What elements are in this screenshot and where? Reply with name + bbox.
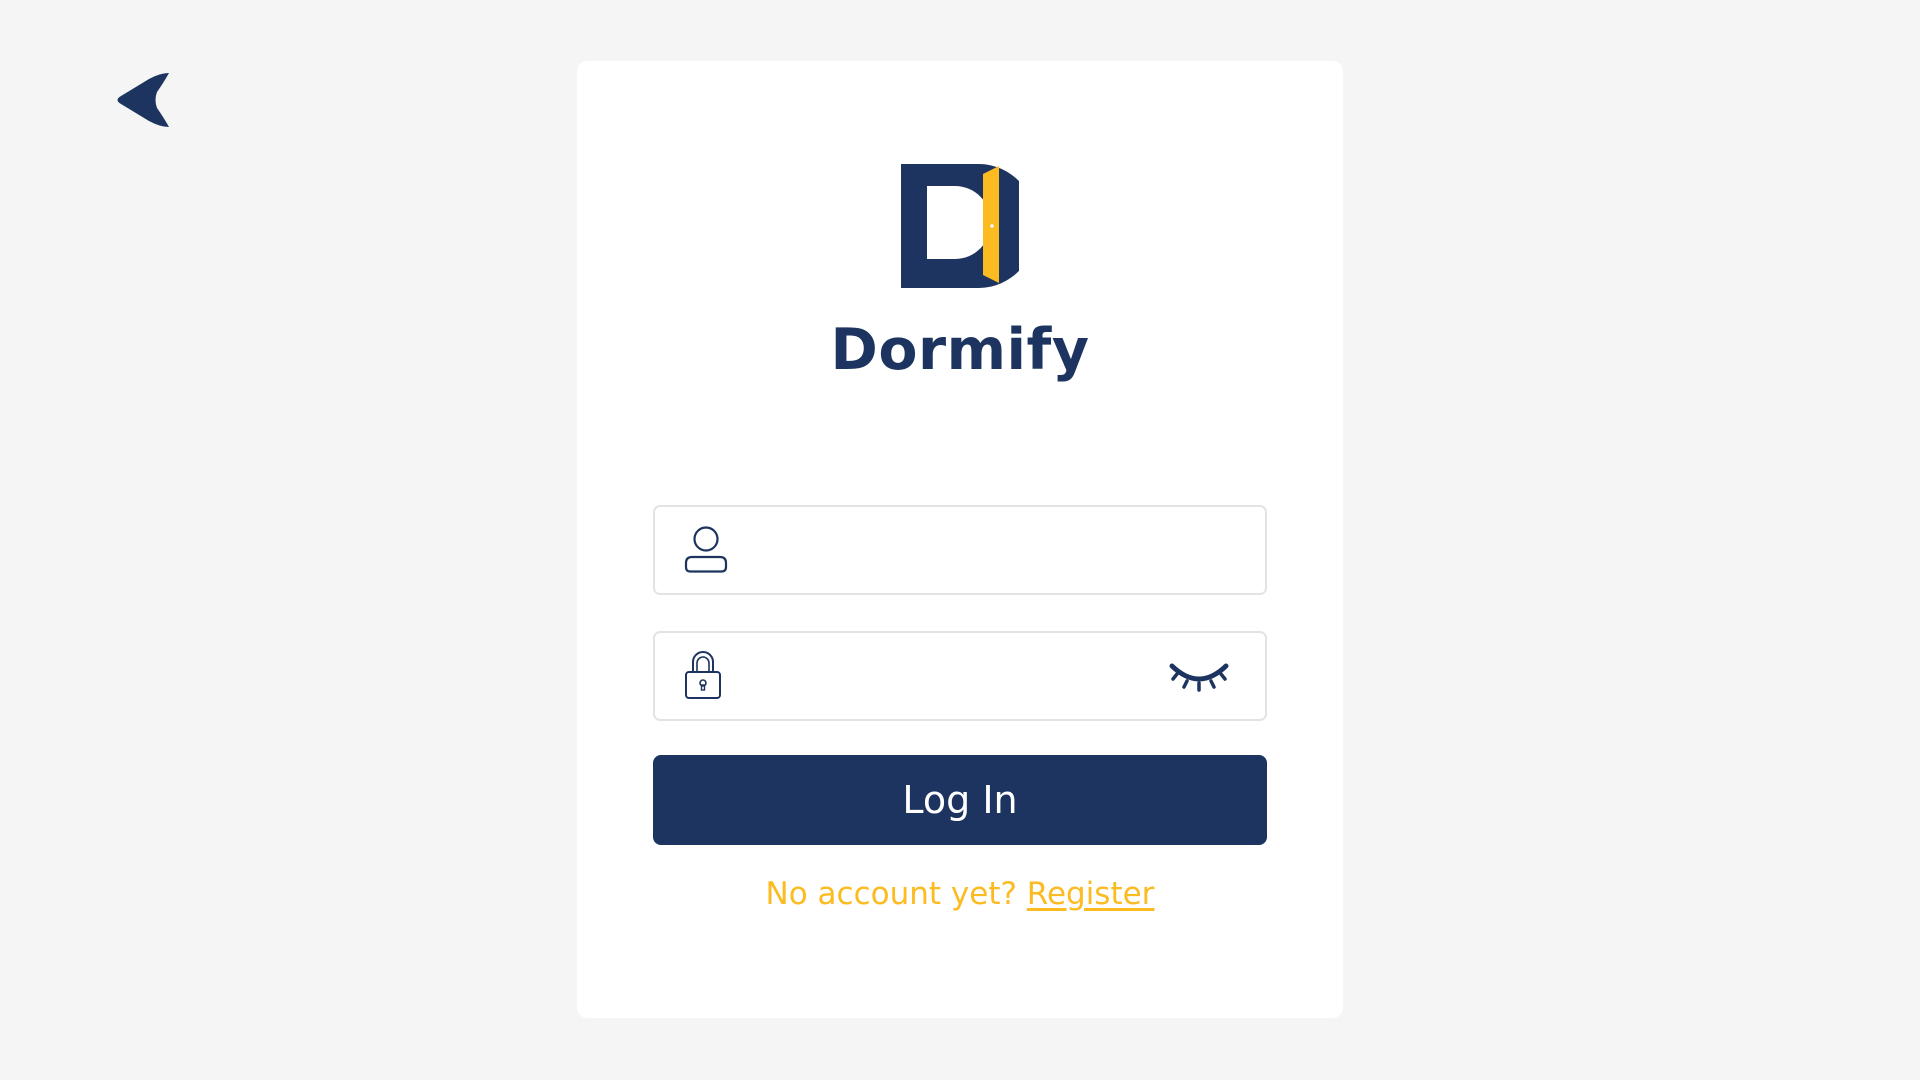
- app-title: Dormify: [830, 317, 1090, 383]
- door-logo-icon: [901, 164, 1019, 288]
- register-prompt-text: No account yet?: [765, 876, 1017, 912]
- password-input[interactable]: [749, 633, 1149, 719]
- password-field[interactable]: [653, 631, 1267, 721]
- eye-closed-icon: [1169, 663, 1229, 692]
- username-input[interactable]: [749, 507, 1149, 593]
- dormify-logo: [901, 164, 1019, 288]
- login-card: Dormify Log In No account yet? Register: [577, 61, 1343, 1018]
- back-arrow-icon: [117, 73, 169, 127]
- user-icon: [684, 526, 728, 578]
- password-visibility-toggle[interactable]: [1168, 658, 1230, 696]
- lock-icon: [684, 650, 722, 704]
- back-button[interactable]: [112, 62, 188, 138]
- register-link[interactable]: Register: [1027, 876, 1155, 912]
- register-prompt: No account yet? Register: [577, 876, 1343, 912]
- login-button[interactable]: Log In: [653, 755, 1267, 845]
- username-field[interactable]: [653, 505, 1267, 595]
